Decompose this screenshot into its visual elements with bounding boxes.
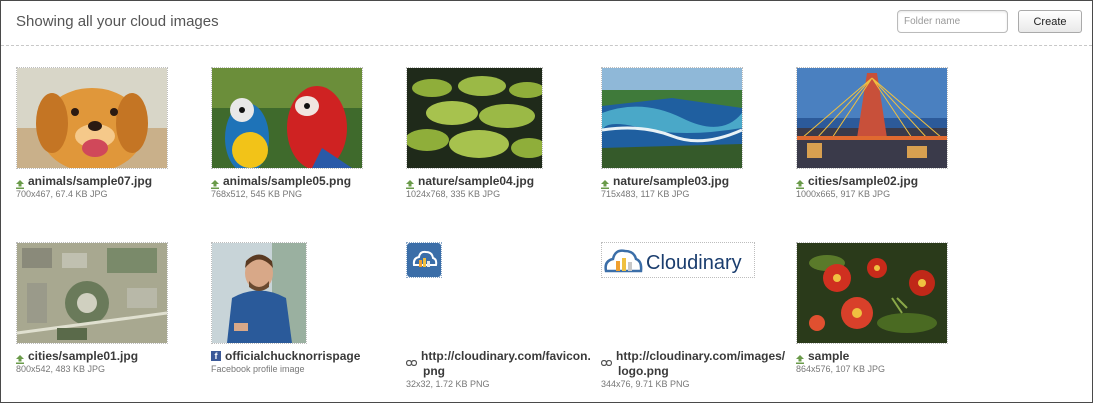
image-meta: 700x467, 67.4 KB JPG — [16, 189, 108, 199]
image-name-continued[interactable]: png — [423, 364, 445, 378]
image-name[interactable]: officialchucknorrispage — [225, 349, 360, 363]
create-button[interactable]: Create — [1018, 10, 1082, 33]
image-thumbnail-lilypads[interactable] — [406, 67, 543, 169]
image-thumbnail-dog[interactable] — [16, 67, 168, 169]
upload-icon — [796, 176, 804, 190]
image-name[interactable]: animals/sample05.png — [223, 174, 351, 188]
image-name[interactable]: sample — [808, 349, 849, 363]
image-meta: 800x542, 483 KB JPG — [16, 364, 106, 374]
image-name[interactable]: nature/sample04.jpg — [418, 174, 534, 188]
upload-icon — [16, 351, 24, 365]
image-meta: 1024x768, 335 KB JPG — [406, 189, 501, 199]
image-name[interactable]: cities/sample02.jpg — [808, 174, 918, 188]
cloud-images-panel: Showing all your cloud images Create ani — [0, 0, 1093, 403]
image-name[interactable]: cities/sample01.jpg — [28, 349, 138, 363]
image-thumbnail-logo[interactable]: Cloudinary — [601, 242, 755, 278]
link-icon — [600, 353, 613, 366]
image-meta: 344x76, 9.71 KB PNG — [601, 379, 690, 389]
image-meta: 32x32, 1.72 KB PNG — [406, 379, 490, 389]
image-meta: Facebook profile image — [211, 364, 305, 374]
image-thumbnail-favicon[interactable] — [406, 242, 442, 278]
image-thumbnail-coast[interactable] — [601, 67, 743, 169]
page-title: Showing all your cloud images — [16, 13, 219, 30]
image-name[interactable]: animals/sample07.jpg — [28, 174, 152, 188]
image-thumbnail-profile[interactable] — [211, 242, 307, 344]
image-name[interactable]: http://cloudinary.com/images/ — [616, 349, 785, 363]
image-name[interactable]: http://cloudinary.com/favicon. — [421, 349, 591, 363]
image-thumbnail-aerial-city[interactable] — [16, 242, 168, 344]
image-thumbnail-flowers[interactable] — [796, 242, 948, 344]
upload-icon — [16, 176, 24, 190]
header: Showing all your cloud images Create — [1, 1, 1092, 46]
upload-icon — [601, 176, 609, 190]
image-name[interactable]: nature/sample03.jpg — [613, 174, 729, 188]
image-meta: 715x483, 117 KB JPG — [601, 189, 690, 199]
image-thumbnail-bridge[interactable] — [796, 67, 948, 169]
facebook-icon: f — [211, 350, 221, 361]
image-meta: 864x576, 107 KB JPG — [796, 364, 886, 374]
image-meta: 768x512, 545 KB PNG — [211, 189, 303, 199]
upload-icon — [796, 351, 804, 365]
image-name-continued[interactable]: logo.png — [618, 364, 669, 378]
image-thumbnail-parrots[interactable] — [211, 67, 363, 169]
link-icon — [405, 353, 418, 366]
logo-wordmark: Cloudinary — [646, 252, 742, 274]
folder-name-input[interactable] — [897, 10, 1008, 33]
upload-icon — [211, 176, 219, 190]
upload-icon — [406, 176, 414, 190]
image-meta: 1000x665, 917 KB JPG — [796, 189, 891, 199]
